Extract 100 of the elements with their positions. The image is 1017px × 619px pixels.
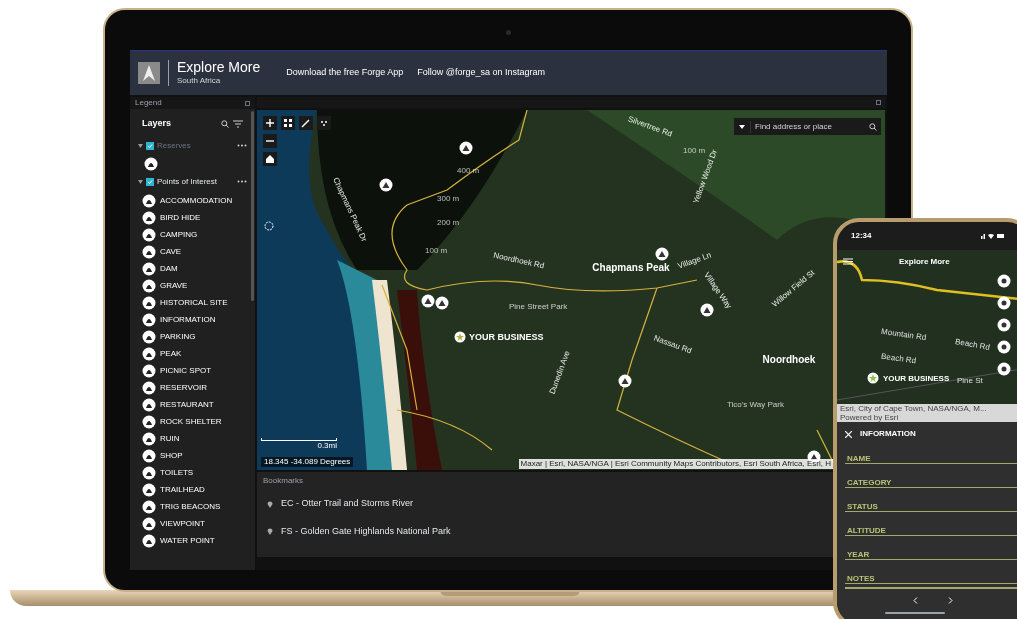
poi-symbol-icon [142, 466, 156, 480]
map-marker-icon[interactable] [435, 296, 449, 310]
field-label: CATEGORY [847, 478, 892, 487]
map-label: 100 m [683, 146, 706, 155]
legend-item-label: PEAK [160, 348, 182, 360]
home-indicator [885, 612, 945, 614]
map-label: Beach Rd [880, 351, 917, 366]
coordinates-readout: 18.345 -34.089 Degrees [261, 457, 354, 467]
star-marker-icon[interactable] [867, 372, 879, 384]
legend-item-label: CAVE [160, 246, 182, 258]
poi-symbol-icon [142, 398, 156, 412]
map-label: Beach Rd [954, 337, 991, 352]
status-icons [981, 233, 1005, 239]
legend-item-label: RESERVOIR [160, 382, 207, 394]
expand-caret-icon[interactable] [138, 143, 143, 148]
poi-symbol-icon [142, 381, 156, 395]
poi-symbol-icon [144, 156, 158, 171]
poi-symbol-icon [142, 534, 156, 548]
more-options-icon[interactable] [237, 144, 247, 147]
header-link[interactable]: Follow @forge_sa on Instagram [417, 66, 546, 80]
poi-symbol-icon [142, 279, 156, 293]
poi-symbol-icon [142, 313, 156, 327]
legend-item-label: CAMPING [160, 229, 198, 241]
legend-item-label: BIRD HIDE [160, 212, 201, 224]
map-label: Noordhoek [761, 354, 817, 366]
layer-name: Points of Interest [157, 175, 219, 188]
legend-item-label: PARKING [160, 331, 196, 343]
app-subtitle: South Africa [177, 75, 222, 87]
map-marker-icon[interactable] [421, 294, 435, 308]
poi-symbol-icon [142, 262, 156, 276]
map-marker-icon[interactable] [655, 247, 669, 261]
scrollbar-thumb[interactable] [251, 111, 254, 301]
search-field[interactable]: Find address or place [734, 118, 881, 135]
business-label: YOUR BUSINESS [469, 332, 544, 342]
business-label: YOUR BUSINESS [883, 374, 950, 383]
maximize-icon[interactable] [876, 100, 881, 105]
legend-item-label: WATER POINT [160, 535, 215, 547]
filter-icon[interactable] [233, 119, 243, 128]
poi-symbol-icon [142, 228, 156, 242]
map-label: Pine Street Park [509, 302, 568, 311]
map-attribution: Esri, City of Cape Town, NASA/NGA, M... [840, 404, 988, 413]
legend-item-label: TRIG BEACONS [160, 501, 221, 513]
zoom-in-icon[interactable] [263, 116, 277, 130]
legend-item-label: GRAVE [160, 280, 188, 292]
legend-item-label: PICNIC SPOT [160, 365, 212, 377]
more-options-icon[interactable] [237, 180, 247, 183]
dots-icon[interactable] [317, 116, 331, 130]
map-label: 200 m [437, 218, 460, 227]
zoom-out-icon[interactable] [263, 134, 277, 148]
status-time: 12:34 [851, 230, 872, 242]
field-label: NOTES [847, 574, 875, 583]
menu-icon[interactable] [843, 258, 853, 265]
map-label: Tico's Way Park [727, 400, 784, 409]
poi-symbol-icon [142, 347, 156, 361]
poi-symbol-icon [142, 500, 156, 514]
powered-by-label: Powered by Esri [840, 413, 900, 422]
maximize-icon[interactable] [245, 100, 250, 106]
star-marker-icon[interactable] [454, 331, 466, 343]
next-icon[interactable] [948, 597, 953, 604]
close-icon[interactable] [845, 430, 852, 438]
map-marker-icon[interactable] [700, 303, 714, 317]
legend-item-label: INFORMATION [160, 314, 216, 326]
poi-symbol-icon [142, 296, 156, 310]
poi-symbol-icon [142, 517, 156, 531]
expand-caret-icon[interactable] [138, 179, 143, 184]
pencil-icon[interactable] [299, 116, 313, 130]
map-marker-icon[interactable] [618, 374, 632, 388]
layers-heading: Layers [142, 117, 172, 130]
layer-checkbox[interactable] [146, 141, 154, 150]
map-attribution: Maxar | Esri, NASA/NGA | Esri Community Maps Contributors, Esri South Africa, Esri, H [518, 459, 833, 469]
poi-symbol-icon [142, 432, 156, 446]
scale-label: 0.3mi [317, 441, 337, 450]
bookmark-link[interactable]: EC - Otter Trail and Storms River [281, 497, 414, 511]
bookmark-link[interactable]: FS - Golden Gate Highlands National Park [281, 524, 451, 538]
map-marker-icon[interactable] [379, 178, 393, 192]
panel-title: Bookmarks [263, 475, 303, 487]
poi-symbol-icon [142, 364, 156, 378]
header-link[interactable]: Download the free Forge App [286, 66, 404, 80]
panel-title: Legend [135, 97, 162, 109]
legend-item-label: RUIN [160, 433, 180, 445]
poi-symbol-icon [142, 330, 156, 344]
map-label: Chapmans Peak [591, 262, 671, 274]
map-label: Mountain Rd [880, 326, 927, 343]
legend-item-label: DAM [160, 263, 178, 275]
field-label: ALTITUDE [847, 526, 886, 535]
legend-item-label: TOILETS [160, 467, 194, 479]
map-label: 400 m [457, 166, 480, 175]
map-label: Pine St [957, 376, 983, 385]
previous-icon[interactable] [913, 597, 918, 604]
layer-checkbox[interactable] [146, 177, 154, 186]
poi-symbol-icon [142, 245, 156, 259]
map-label: Village Ln [676, 250, 713, 271]
pin-icon [267, 499, 273, 508]
map-label: 100 m [425, 246, 448, 255]
map-marker-icon[interactable] [459, 141, 473, 155]
legend-item-label: HISTORICAL SITE [160, 297, 228, 309]
grid-icon[interactable] [281, 116, 295, 130]
poi-symbol-icon [142, 449, 156, 463]
dropdown-caret-icon[interactable] [739, 124, 745, 129]
legend-item-label: RESTAURANT [160, 399, 214, 411]
